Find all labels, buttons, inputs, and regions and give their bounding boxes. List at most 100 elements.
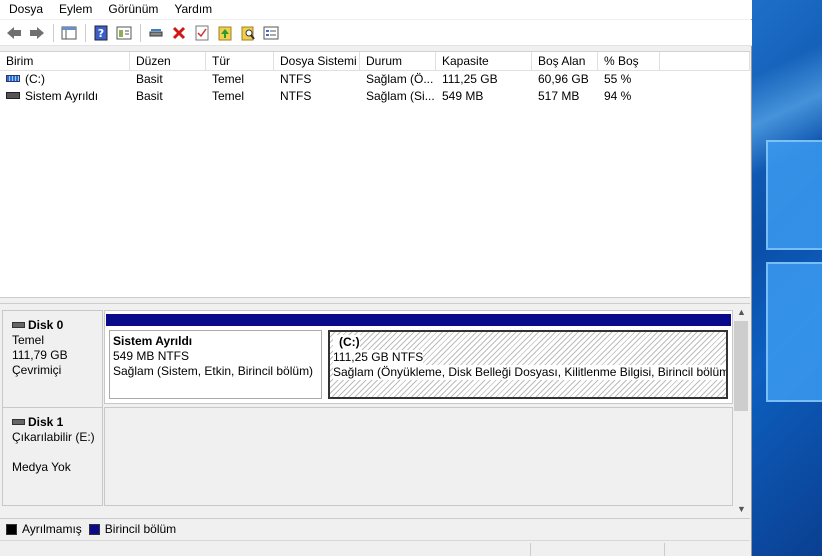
cell-yuzde-bos: 55 % (604, 72, 632, 86)
legend: Ayrılmamış Birincil bölüm (0, 518, 750, 539)
connect-icon (149, 28, 163, 36)
cell-tur: Temel (212, 89, 245, 103)
cell-kapasite: 549 MB (442, 89, 484, 103)
disk-management-window: Dosya Eylem Görünüm Yardım ? Birim Düzen… (0, 0, 752, 556)
disk-0-partitions: Sistem Ayrıldı 549 MB NTFS Sağlam (Siste… (104, 310, 733, 404)
disk-1-partitions (104, 407, 733, 506)
volume-list-header: Birim Düzen Tür Dosya Sistemi Durum Kapa… (0, 52, 750, 71)
column-header-tur[interactable]: Tür (206, 52, 274, 70)
console-icon (61, 26, 77, 39)
search-folder-button[interactable] (238, 23, 258, 43)
partition-name: (C:) (333, 335, 360, 350)
disk-1-status: Medya Yok (12, 460, 71, 474)
pane-splitter[interactable] (0, 297, 750, 304)
disk-0-size: 111,79 GB (12, 348, 68, 362)
menu-yardim[interactable]: Yardım (166, 0, 220, 19)
delete-icon (172, 26, 186, 39)
partition-name: Sistem Ayrıldı (113, 334, 193, 348)
disk-icon (12, 418, 25, 425)
cell-bos-alan: 60,96 GB (538, 72, 589, 86)
column-header-birim[interactable]: Birim (0, 52, 130, 70)
table-row-c[interactable]: (C:) Basit Temel NTFS Sağlam (Ö... 111,2… (0, 71, 750, 88)
disk-1-type: Çıkarılabilir (E:) (12, 430, 95, 444)
properties-icon (116, 26, 132, 39)
disk-0-name: Disk 0 (28, 318, 64, 332)
desktop-background (752, 0, 822, 556)
cell-dosya-sistemi: NTFS (280, 89, 312, 103)
table-row-sistem-ayrildi[interactable]: Sistem Ayrıldı Basit Temel NTFS Sağlam (… (0, 88, 750, 105)
back-button[interactable] (4, 23, 24, 43)
menu-dosya[interactable]: Dosya (0, 0, 51, 19)
list-icon (263, 26, 279, 39)
help-button[interactable]: ? (91, 23, 111, 43)
cell-duzen: Basit (136, 72, 163, 86)
scrollbar-thumb[interactable] (734, 321, 748, 411)
disk-0-type: Temel (12, 333, 45, 347)
console-tree-button[interactable] (59, 23, 79, 43)
volume-list: Birim Düzen Tür Dosya Sistemi Durum Kapa… (0, 51, 750, 297)
cell-bos-alan: 517 MB (538, 89, 580, 103)
list-button[interactable] (261, 23, 281, 43)
properties-button[interactable] (114, 23, 134, 43)
cell-duzen: Basit (136, 89, 163, 103)
partition-sistem-ayrildi[interactable]: Sistem Ayrıldı 549 MB NTFS Sağlam (Siste… (106, 314, 325, 402)
back-arrow-icon (7, 26, 21, 39)
toolbar-separator (140, 23, 141, 42)
check-button[interactable] (192, 23, 212, 43)
disk-graphical-view: Disk 0 Temel 111,79 GB Çevrimiçi Sistem … (0, 304, 733, 518)
menu-bar: Dosya Eylem Görünüm Yardım (0, 0, 752, 19)
cell-birim: Sistem Ayrıldı (25, 89, 99, 103)
up-folder-button[interactable] (215, 23, 235, 43)
status-segment (664, 543, 665, 556)
cell-tur: Temel (212, 72, 245, 86)
svg-text:?: ? (98, 27, 104, 40)
volume-c-icon (6, 75, 20, 83)
disk-view-scrollbar[interactable]: ▲ ▼ (733, 304, 750, 518)
windows-logo-pane-top (766, 140, 822, 250)
toolbar-separator (85, 23, 86, 42)
up-folder-icon (218, 26, 232, 40)
partition-status: Sağlam (Sistem, Etkin, Birincil bölüm) (113, 364, 314, 378)
disk-icon (12, 321, 25, 328)
scroll-up-icon[interactable]: ▲ (733, 304, 750, 321)
primary-partition-bar (106, 314, 325, 326)
disk-0-status: Çevrimiçi (12, 363, 62, 377)
disk-1-name: Disk 1 (28, 415, 64, 429)
volume-system-icon (6, 92, 20, 100)
cell-dosya-sistemi: NTFS (280, 72, 312, 86)
column-header-dosya-sistemi[interactable]: Dosya Sistemi (274, 52, 360, 70)
cell-kapasite: 111,25 GB (442, 72, 498, 86)
legend-item-primary: Birincil bölüm (88, 522, 176, 536)
forward-button[interactable] (27, 23, 47, 43)
cell-durum: Sağlam (Si... (366, 89, 435, 103)
toolbar: ? (0, 20, 752, 46)
menu-eylem[interactable]: Eylem (51, 0, 100, 19)
column-header-empty (660, 52, 750, 70)
search-folder-icon (241, 26, 255, 40)
primary-partition-bar (325, 314, 731, 326)
cell-birim: (C:) (25, 72, 45, 86)
cell-durum: Sağlam (Ö... (366, 72, 434, 86)
partition-c[interactable]: (C:) 111,25 GB NTFS Sağlam (Önyükleme, D… (325, 314, 731, 402)
status-segment (530, 543, 531, 556)
connect-button[interactable] (146, 23, 166, 43)
column-header-yuzde-bos[interactable]: % Boş (598, 52, 660, 70)
toolbar-separator (53, 23, 54, 42)
forward-arrow-icon (30, 26, 44, 39)
column-header-bos-alan[interactable]: Boş Alan (532, 52, 598, 70)
help-icon: ? (94, 25, 108, 40)
menu-gorunum[interactable]: Görünüm (100, 0, 166, 19)
column-header-kapasite[interactable]: Kapasite (436, 52, 532, 70)
partition-size: 111,25 GB NTFS (333, 350, 424, 365)
legend-label: Ayrılmamış (22, 522, 82, 536)
disk-1-label[interactable]: Disk 1 Çıkarılabilir (E:) Medya Yok (2, 407, 103, 506)
status-bar (0, 540, 750, 556)
delete-button[interactable] (169, 23, 189, 43)
scroll-down-icon[interactable]: ▼ (733, 501, 750, 518)
check-icon (195, 25, 209, 40)
partition-status: Sağlam (Önyükleme, Disk Belleği Dosyası,… (333, 365, 726, 380)
partition-size: 549 MB NTFS (113, 349, 190, 363)
column-header-duzen[interactable]: Düzen (130, 52, 206, 70)
column-header-durum[interactable]: Durum (360, 52, 436, 70)
disk-0-label[interactable]: Disk 0 Temel 111,79 GB Çevrimiçi (2, 310, 103, 408)
